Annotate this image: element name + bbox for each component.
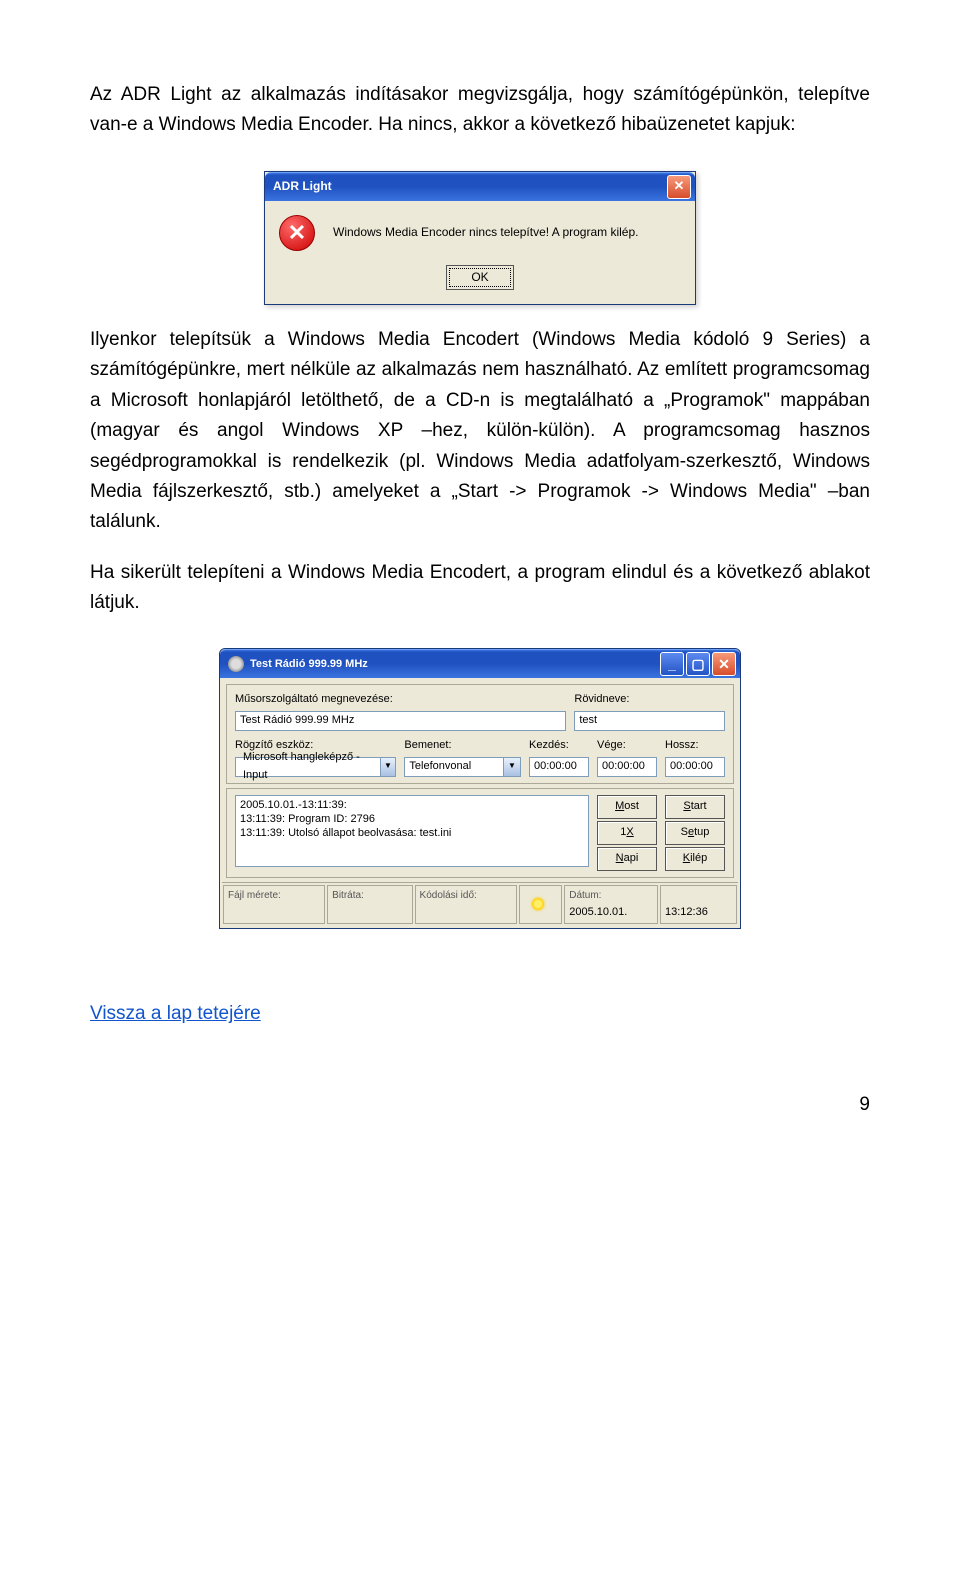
provider-label: Műsorszolgáltató megnevezése: xyxy=(235,691,566,709)
maximize-icon[interactable]: ▢ xyxy=(686,652,710,676)
input-select[interactable]: Telefonvonal ▼ xyxy=(404,757,521,777)
onex-button[interactable]: 1X xyxy=(597,821,657,845)
provider-input[interactable]: Test Rádió 999.99 MHz xyxy=(235,711,566,731)
chevron-down-icon[interactable]: ▼ xyxy=(380,758,396,776)
status-bar: Fájl mérete: Bitráta: Kódolási idő: Dátu… xyxy=(222,882,738,927)
app-titlebar: Test Rádió 999.99 MHz _ ▢ ✕ xyxy=(220,649,740,678)
dialog-title: ADR Light xyxy=(273,177,667,196)
error-icon: ✕ xyxy=(279,215,315,251)
length-input[interactable]: 00:00:00 xyxy=(665,757,725,777)
napi-button[interactable]: Napi xyxy=(597,847,657,871)
shortname-label: Rövidneve: xyxy=(574,691,725,709)
error-dialog: ADR Light ✕ ✕ Windows Media Encoder ninc… xyxy=(264,171,696,305)
most-button[interactable]: Most xyxy=(597,795,657,819)
enctime-label: Kódolási idő: xyxy=(420,888,512,904)
date-value: 2005.10.01. xyxy=(569,904,653,922)
page-number: 9 xyxy=(90,1030,870,1120)
date-label: Dátum: xyxy=(569,888,653,904)
input-label: Bemenet: xyxy=(404,737,521,755)
input-value: Telefonvonal xyxy=(409,758,471,776)
error-dialog-figure: ADR Light ✕ ✕ Windows Media Encoder ninc… xyxy=(90,161,870,325)
start-input[interactable]: 00:00:00 xyxy=(529,757,589,777)
start-button[interactable]: Start xyxy=(665,795,725,819)
close-icon[interactable]: ✕ xyxy=(667,175,691,199)
paragraph-1: Az ADR Light az alkalmazás indításakor m… xyxy=(90,80,870,141)
start-label: Kezdés: xyxy=(529,737,589,755)
paragraph-2: Ilyenkor telepítsük a Windows Media Enco… xyxy=(90,325,870,538)
app-title: Test Rádió 999.99 MHz xyxy=(250,656,660,674)
chevron-down-icon[interactable]: ▼ xyxy=(503,758,520,776)
dialog-message: Windows Media Encoder nincs telepítve! A… xyxy=(333,223,638,242)
end-input[interactable]: 00:00:00 xyxy=(597,757,657,777)
sun-icon xyxy=(532,898,544,910)
length-label: Hossz: xyxy=(665,737,725,755)
back-to-top-link[interactable]: Vissza a lap tetejére xyxy=(90,1003,261,1024)
paragraph-3: Ha sikerült telepíteni a Windows Media E… xyxy=(90,558,870,619)
log-line: 2005.10.01.-13:11:39: xyxy=(240,798,584,812)
time-value: 13:12:36 xyxy=(665,904,732,922)
log-area: 2005.10.01.-13:11:39: 13:11:39: Program … xyxy=(235,795,589,867)
device-value: Microsoft hangleképző - Input xyxy=(240,748,380,785)
app-window-figure: Test Rádió 999.99 MHz _ ▢ ✕ Műsorszolgál… xyxy=(90,638,870,969)
app-icon xyxy=(228,656,244,672)
bitrate-label: Bitráta: xyxy=(332,888,407,904)
minimize-icon[interactable]: _ xyxy=(660,652,684,676)
dialog-titlebar: ADR Light ✕ xyxy=(265,172,695,201)
exit-button[interactable]: Kilép xyxy=(665,847,725,871)
log-line: 13:11:39: Utolsó állapot beolvasása: tes… xyxy=(240,826,584,840)
ok-button[interactable]: OK xyxy=(446,265,513,290)
filesize-label: Fájl mérete: xyxy=(228,888,320,904)
end-label: Vége: xyxy=(597,737,657,755)
shortname-input[interactable]: test xyxy=(574,711,725,731)
log-line: 13:11:39: Program ID: 2796 xyxy=(240,812,584,826)
app-window: Test Rádió 999.99 MHz _ ▢ ✕ Műsorszolgál… xyxy=(219,648,741,929)
close-icon[interactable]: ✕ xyxy=(712,652,736,676)
device-select[interactable]: Microsoft hangleképző - Input ▼ xyxy=(235,757,396,777)
setup-button[interactable]: Setup xyxy=(665,821,725,845)
